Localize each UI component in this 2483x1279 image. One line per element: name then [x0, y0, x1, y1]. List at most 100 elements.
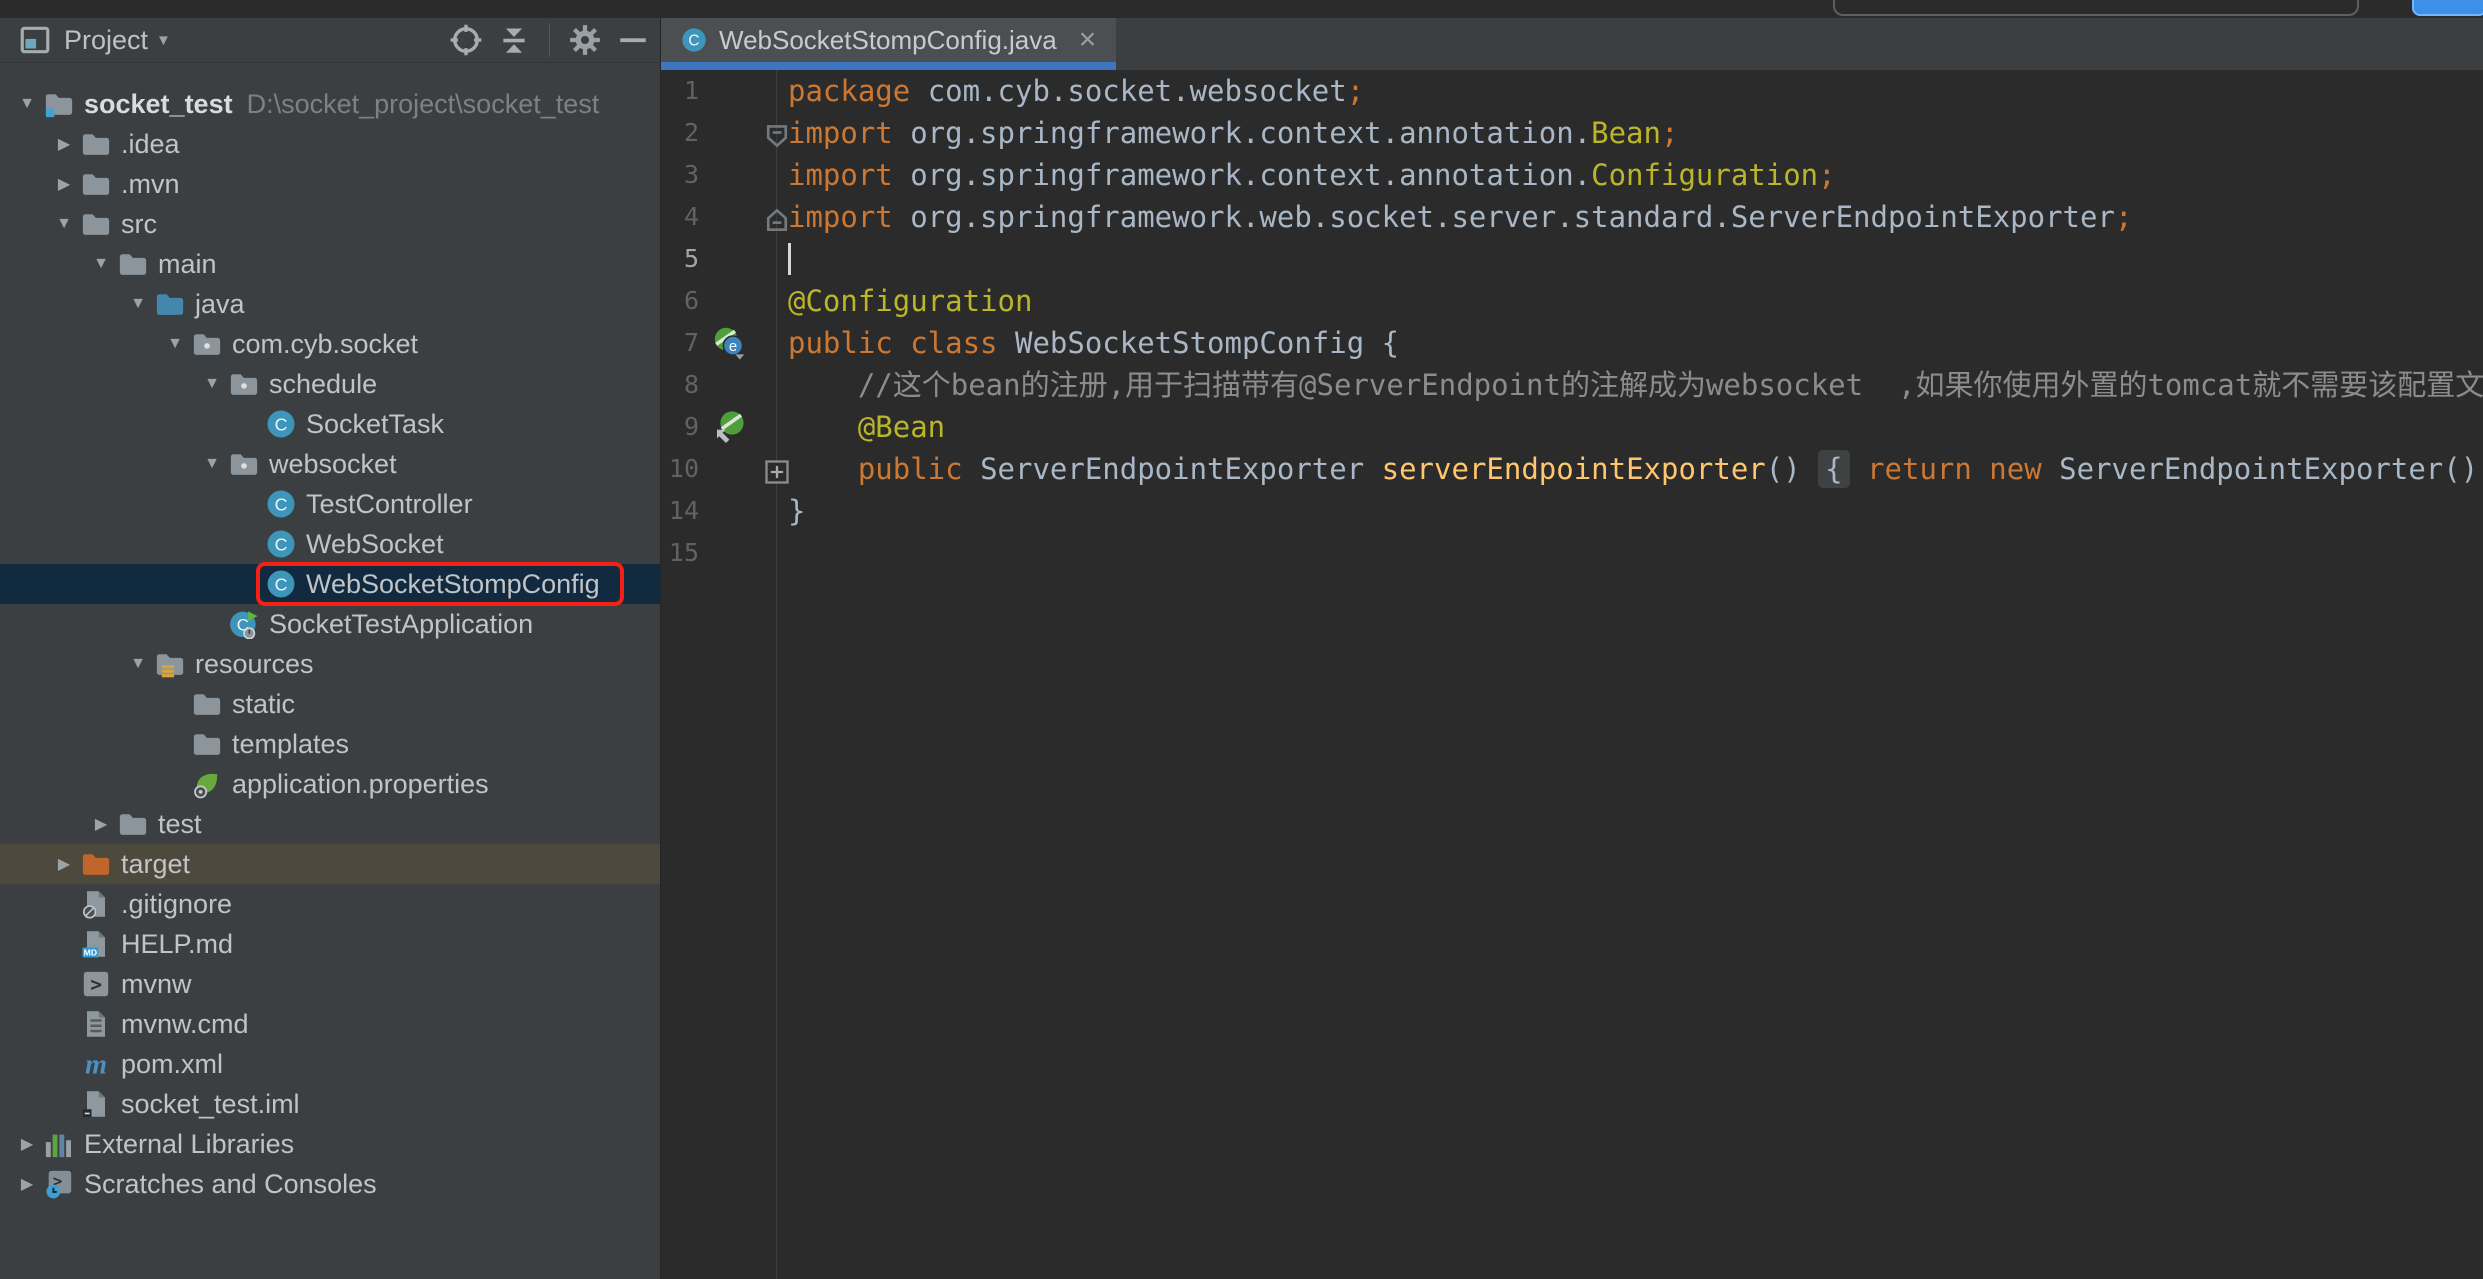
tree-item--mvn[interactable]: ▶.mvn: [0, 164, 660, 204]
tree-item-websocket[interactable]: ▼websocket: [0, 444, 660, 484]
tree-item-test[interactable]: ▶test: [0, 804, 660, 844]
chevron-expanded-icon[interactable]: ▼: [199, 455, 225, 473]
tree-item-label: TestController: [306, 489, 473, 520]
tree-item-resources[interactable]: ▼resources: [0, 644, 660, 684]
token: serverEndpointExporter: [1382, 452, 1766, 486]
collapse-all-icon[interactable]: [497, 23, 531, 57]
tree-item-src[interactable]: ▼src: [0, 204, 660, 244]
tree-item-sockettestapplication[interactable]: CSocketTestApplication: [0, 604, 660, 644]
code-line-8[interactable]: 8 //这个bean的注册,用于扫描带有@ServerEndpoint的注解成为…: [661, 364, 2483, 406]
chevron-expanded-icon[interactable]: ▼: [199, 375, 225, 393]
code-line-6[interactable]: 6 @Configuration: [661, 280, 2483, 322]
folded-region[interactable]: {: [1818, 450, 1849, 488]
chevron-expanded-icon[interactable]: ▼: [125, 295, 151, 313]
tab-websocketstompconfig[interactable]: C WebSocketStompConfig.java ×: [661, 18, 1116, 62]
chevron-expanded-icon[interactable]: ▼: [14, 95, 40, 113]
project-panel: Project ▼ ▼socket_testD:\socket_project\…: [0, 18, 660, 1279]
code-line-3[interactable]: 3import org.springframework.context.anno…: [661, 154, 2483, 196]
code-line-15[interactable]: 15: [661, 532, 2483, 574]
token: import: [788, 200, 910, 234]
tree-item-scratches-and-consoles[interactable]: ▶>Scratches and Consoles: [0, 1164, 660, 1204]
tree-item-java[interactable]: ▼java: [0, 284, 660, 324]
line-number[interactable]: 6: [661, 280, 699, 322]
fold-bottom-icon[interactable]: [763, 203, 791, 231]
close-icon[interactable]: ×: [1079, 25, 1097, 55]
hide-panel-icon[interactable]: [616, 23, 650, 57]
tree-item-external-libraries[interactable]: ▶External Libraries: [0, 1124, 660, 1164]
locate-file-icon[interactable]: [449, 23, 483, 57]
class-icon: C: [266, 529, 296, 559]
code-area[interactable]: 1package com.cyb.socket.websocket;2impor…: [661, 70, 2483, 1279]
tree-item-sockettask[interactable]: CSocketTask: [0, 404, 660, 444]
tree-item-help-md[interactable]: MDHELP.md: [0, 924, 660, 964]
tree-item-label: mvnw: [121, 969, 192, 1000]
chevron-expanded-icon[interactable]: ▼: [51, 215, 77, 233]
project-panel-header: Project ▼: [0, 18, 660, 63]
line-number[interactable]: 4: [661, 196, 699, 238]
line-number[interactable]: 10: [661, 448, 699, 490]
tree-item-socket-test-iml[interactable]: socket_test.iml: [0, 1084, 660, 1124]
fold-top-icon[interactable]: [763, 119, 791, 147]
tree-item--gitignore[interactable]: .gitignore: [0, 884, 660, 924]
blue-button-fragment[interactable]: [2412, 0, 2483, 16]
code-line-14[interactable]: 14}: [661, 490, 2483, 532]
tree-item-socket-test[interactable]: ▼socket_testD:\socket_project\socket_tes…: [0, 84, 660, 124]
tree-item-pom-xml[interactable]: mpom.xml: [0, 1044, 660, 1084]
line-number[interactable]: 8: [661, 364, 699, 406]
chevron-expanded-icon[interactable]: ▼: [162, 335, 188, 353]
chevron-expanded-icon[interactable]: ▼: [125, 655, 151, 673]
module-folder-icon: [44, 89, 74, 119]
code-line-7[interactable]: 7epublic class WebSocketStompConfig {: [661, 322, 2483, 364]
fold-plus-icon[interactable]: [763, 455, 791, 483]
gear-icon[interactable]: [568, 23, 602, 57]
tree-item--idea[interactable]: ▶ .idea: [0, 124, 660, 164]
tree-item-main[interactable]: ▼main: [0, 244, 660, 284]
code-line-2[interactable]: 2import org.springframework.context.anno…: [661, 112, 2483, 154]
line-number[interactable]: 9: [661, 406, 699, 448]
markdown-file-icon: MD: [81, 929, 111, 959]
tree-item-label: .idea: [121, 129, 180, 160]
tree-item-websocket[interactable]: CWebSocket: [0, 524, 660, 564]
tree-item-testcontroller[interactable]: C TestController: [0, 484, 660, 524]
project-panel-title[interactable]: Project: [64, 25, 148, 56]
code-line-10[interactable]: 10 public ServerEndpointExporter serverE…: [661, 448, 2483, 490]
chevron-collapsed-icon[interactable]: ▶: [88, 814, 114, 834]
token: new: [1989, 452, 2059, 486]
tree-item-mvnw[interactable]: >mvnw: [0, 964, 660, 1004]
svg-text:C: C: [275, 494, 288, 514]
code-line-5[interactable]: 5: [661, 238, 2483, 280]
bean-gutter-icon[interactable]: [713, 410, 747, 444]
search-box-fragment[interactable]: [1833, 0, 2359, 16]
code-line-9[interactable]: 9 @Bean: [661, 406, 2483, 448]
chevron-collapsed-icon[interactable]: ▶: [14, 1134, 40, 1154]
tree-item-static[interactable]: static: [0, 684, 660, 724]
line-number[interactable]: 7: [661, 322, 699, 364]
tree-item-schedule[interactable]: ▼schedule: [0, 364, 660, 404]
line-number[interactable]: 2: [661, 112, 699, 154]
chevron-collapsed-icon[interactable]: ▶: [51, 134, 77, 154]
token: import: [788, 158, 910, 192]
chevron-collapsed-icon[interactable]: ▶: [51, 854, 77, 874]
token: @Configuration: [788, 284, 1032, 318]
chevron-expanded-icon[interactable]: ▼: [88, 255, 114, 273]
folder-icon: [118, 249, 148, 279]
line-number[interactable]: 5: [661, 238, 699, 280]
chevron-down-icon[interactable]: ▼: [156, 32, 171, 49]
panel-editor-divider[interactable]: [660, 18, 661, 1279]
tree-item-websocketstompconfig[interactable]: CWebSocketStompConfig: [0, 564, 660, 604]
tree-item-application-properties[interactable]: application.properties: [0, 764, 660, 804]
code-line-4[interactable]: 4import org.springframework.web.socket.s…: [661, 196, 2483, 238]
bean-endpoint-gutter-icon[interactable]: e: [713, 326, 747, 360]
tree-item-target[interactable]: ▶target: [0, 844, 660, 884]
line-number[interactable]: 15: [661, 532, 699, 574]
line-number[interactable]: 3: [661, 154, 699, 196]
tree-item-com-cyb-socket[interactable]: ▼com.cyb.socket: [0, 324, 660, 364]
tree-item-templates[interactable]: templates: [0, 724, 660, 764]
chevron-collapsed-icon[interactable]: ▶: [51, 174, 77, 194]
line-number[interactable]: 14: [661, 490, 699, 532]
source-folder-icon: [155, 289, 185, 319]
code-line-1[interactable]: 1package com.cyb.socket.websocket;: [661, 70, 2483, 112]
tree-item-mvnw-cmd[interactable]: mvnw.cmd: [0, 1004, 660, 1044]
line-number[interactable]: 1: [661, 70, 699, 112]
chevron-collapsed-icon[interactable]: ▶: [14, 1174, 40, 1194]
